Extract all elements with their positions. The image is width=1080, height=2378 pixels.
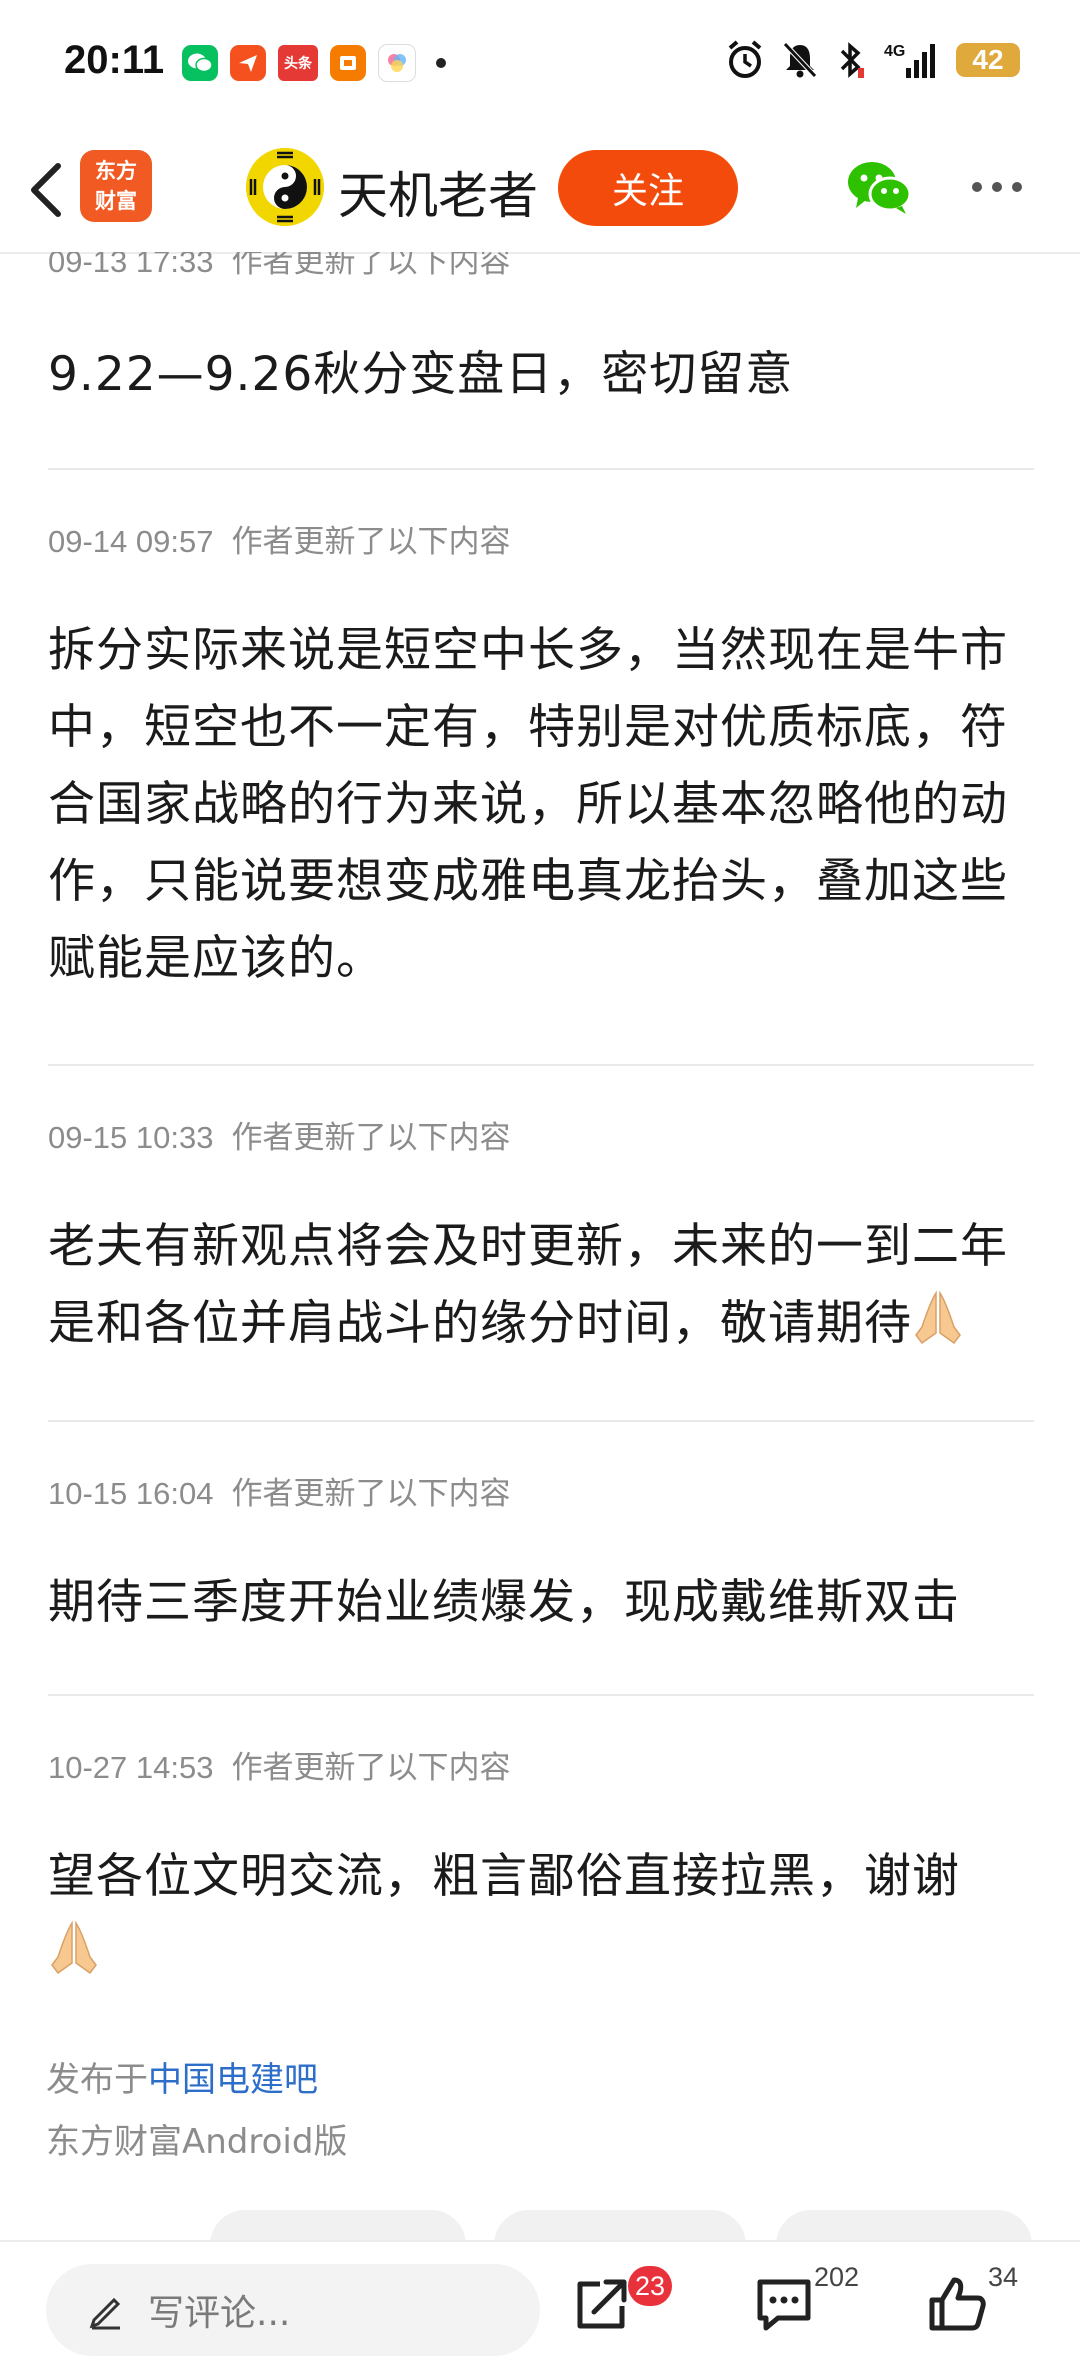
divider xyxy=(48,1694,1034,1696)
post-header: 东方 财富 天机老者 关注 xyxy=(0,128,1080,254)
update-timestamp: 09-13 17:33 xyxy=(48,252,214,279)
update-timestamp: 10-27 14:53 xyxy=(48,1750,214,1785)
send-app-icon xyxy=(230,45,266,81)
update-text: 望各位文明交流，粗言鄙俗直接拉黑，谢谢 xyxy=(48,1838,1034,1992)
system-icons: 4G 42 xyxy=(726,40,1020,80)
more-options-icon[interactable] xyxy=(972,182,1022,192)
brand-line1: 东方 xyxy=(95,159,137,183)
update-note: 作者更新了以下内容 xyxy=(231,524,511,560)
divider xyxy=(48,1420,1034,1422)
update-meta: 09-14 09:57 作者更新了以下内容 xyxy=(48,516,1034,561)
published-prefix: 发布于 xyxy=(46,2060,148,2100)
share-icon[interactable] xyxy=(570,2272,634,2336)
pray-hands-emoji-icon xyxy=(915,1290,961,1345)
like-count: 34 xyxy=(988,2262,1019,2292)
published-in: 发布于中国电建吧 xyxy=(46,2052,318,2101)
reaction-pill[interactable] xyxy=(776,2210,1032,2240)
text-line-content: 是和各位并肩战斗的缘分时间，敬请期待 xyxy=(48,1296,912,1351)
update-text: 拆分实际来说是短空中长多，当然现在是牛市 中，短空也不一定有，特别是对优质标底，… xyxy=(48,612,1034,997)
comment-count: 202 xyxy=(814,2262,860,2292)
text-line xyxy=(48,1915,1034,1992)
update-block: 09-13 17:33 作者更新了以下内容 xyxy=(48,252,1034,281)
comment-input[interactable]: 写评论... xyxy=(46,2264,540,2356)
status-bar: 20:11 头条 4G 42 xyxy=(0,0,1080,128)
update-meta: 10-15 16:04 作者更新了以下内容 xyxy=(48,1468,1034,1513)
toutiao-label: 头条 xyxy=(284,55,312,71)
update-note: 作者更新了以下内容 xyxy=(231,1476,511,1512)
photos-app-icon xyxy=(378,44,416,82)
author-avatar[interactable] xyxy=(246,148,324,226)
eastmoney-logo[interactable]: 东方 财富 xyxy=(80,150,152,222)
text-line: 是和各位并肩战斗的缘分时间，敬请期待 xyxy=(48,1285,1034,1362)
update-note: 作者更新了以下内容 xyxy=(231,252,511,280)
pencil-icon xyxy=(89,2297,121,2330)
update-note: 作者更新了以下内容 xyxy=(231,1750,511,1786)
clock: 20:11 xyxy=(64,38,165,82)
like-thumb-icon[interactable] xyxy=(926,2272,990,2336)
yin-yang-icon xyxy=(246,148,324,226)
reaction-pill[interactable] xyxy=(494,2210,746,2240)
wechat-icon xyxy=(182,45,218,81)
follow-button[interactable]: 关注 xyxy=(558,150,738,226)
share-count-badge: 23 xyxy=(628,2266,672,2306)
text-line: 赋能是应该的。 xyxy=(48,931,384,986)
more-notifications-dot xyxy=(436,58,446,68)
brand-line2: 财富 xyxy=(95,189,137,213)
text-line: 作，只能说要想变成雅电真龙抬头，叠加这些 xyxy=(48,854,1008,909)
client-info: 东方财富Android版 xyxy=(46,2122,348,2162)
wechat-share-icon[interactable] xyxy=(846,158,912,218)
author-name[interactable]: 天机老者 xyxy=(338,156,538,228)
update-note: 作者更新了以下内容 xyxy=(231,1120,511,1156)
svg-text:4G: 4G xyxy=(884,43,905,60)
back-arrow-icon[interactable] xyxy=(22,158,72,222)
reaction-buttons-row xyxy=(0,2204,1080,2240)
forum-link[interactable]: 中国电建吧 xyxy=(148,2060,318,2100)
alarm-icon xyxy=(728,40,762,78)
update-meta: 09-13 17:33 作者更新了以下内容 xyxy=(48,252,1034,281)
signal-4g-icon: 4G xyxy=(884,43,935,78)
pray-hands-emoji-icon xyxy=(51,1920,97,1975)
reaction-pill[interactable] xyxy=(210,2210,466,2240)
comment-placeholder: 写评论... xyxy=(148,2293,291,2334)
comment-icon[interactable] xyxy=(752,2272,816,2336)
divider xyxy=(48,468,1034,470)
update-timestamp: 09-14 09:57 xyxy=(48,524,214,559)
update-timestamp: 10-15 16:04 xyxy=(48,1476,214,1511)
wallet-app-icon xyxy=(330,45,366,81)
update-timestamp: 09-15 10:33 xyxy=(48,1120,214,1155)
bluetooth-icon xyxy=(840,42,864,78)
notification-icons: 头条 xyxy=(182,44,446,82)
divider xyxy=(48,1064,1034,1066)
update-text: 9.22—9.26秋分变盘日，密切留意 xyxy=(48,347,794,402)
text-line: 中，短空也不一定有，特别是对优质标底，符 xyxy=(48,700,1008,755)
update-meta: 09-15 10:33 作者更新了以下内容 xyxy=(48,1112,1034,1157)
update-text: 期待三季度开始业绩爆发，现成戴维斯双击 xyxy=(48,1575,960,1630)
post-content: 09-13 17:33 作者更新了以下内容 9.22—9.26秋分变盘日，密切留意… xyxy=(0,252,1080,2240)
mute-bell-icon xyxy=(783,42,817,78)
update-text: 老夫有新观点将会及时更新，未来的一到二年 是和各位并肩战斗的缘分时间，敬请期待 xyxy=(48,1208,1034,1362)
battery-indicator: 42 xyxy=(956,43,1020,77)
update-meta: 10-27 14:53 作者更新了以下内容 xyxy=(48,1742,1034,1787)
bottom-action-bar: 写评论... 23 202 34 xyxy=(0,2240,1080,2378)
text-line: 老夫有新观点将会及时更新，未来的一到二年 xyxy=(48,1219,1008,1274)
text-line: 拆分实际来说是短空中长多，当然现在是牛市 xyxy=(48,623,1008,678)
toutiao-icon: 头条 xyxy=(278,45,318,81)
text-line: 合国家战略的行为来说，所以基本忽略他的动 xyxy=(48,777,1008,832)
text-line: 望各位文明交流，粗言鄙俗直接拉黑，谢谢 xyxy=(48,1849,960,1904)
